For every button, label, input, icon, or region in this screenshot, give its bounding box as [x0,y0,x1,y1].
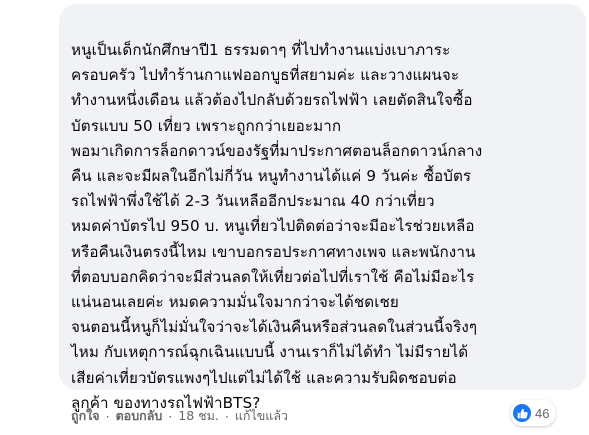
separator-dot: · [224,408,229,424]
comment-line: ที่ตอบบอกคิดว่าจะมีส่วนลดให้เที่ยวต่อไปท… [71,267,475,286]
comment-line: รถไฟฟ้าพึ่งใช้ได้ 2-3 วันเหลืออีกประมาณ … [71,192,435,211]
comment-line: จนตอนนี้หนูก็ไม่มั่นใจว่าจะได้เงินคืนหรื… [71,318,478,337]
comment-text: หนูเป็นเด็กนักศึกษาปี1 ธรรมดาๆ ที่ไปทำงา… [71,38,574,416]
reply-link[interactable]: ตอบกลับ [116,406,163,426]
like-link[interactable]: ถูกใจ [71,406,100,426]
comment-line: ไหม กับเหตุการณ์ฉุกเฉินแบบนี้ งานเราก็ไม… [71,343,469,362]
comment-line: หรือคืนเงินตรงนี้ไหม เขาบอกรอประกาศทางเพ… [71,242,476,261]
comment-actions: ถูกใจ · ตอบกลับ · 18 ชม. · แก้ไขแล้ว [71,406,288,426]
separator-dot: · [105,408,110,424]
thumbs-up-icon [513,404,531,422]
comment-line: คืน และจะมีผลในอีกไม่กี่วัน หนูทำงานได้แ… [71,167,472,186]
reactions-summary[interactable]: 46 [511,400,556,426]
reaction-count: 46 [535,405,550,421]
comment-bubble: หนูเป็นเด็กนักศึกษาปี1 ธรรมดาๆ ที่ไปทำงา… [59,4,586,412]
comment-line: ครอบครัว ไปทำร้านกาแฟออกบูธที่สยามค่ะ แล… [71,66,460,85]
edited-label[interactable]: แก้ไขแล้ว [235,406,288,426]
comment-line: แน่นอนเลยค่ะ หมดความมั่นใจมากว่าจะได้ชดเ… [71,293,399,312]
timestamp[interactable]: 18 ชม. [178,406,219,426]
comment-line: หนูเป็นเด็กนักศึกษาปี1 ธรรมดาๆ ที่ไปทำงา… [71,41,451,59]
comment-line: เสียค่าเที่ยวบัตรแพงๆไปแต่ไม่ได้ใช้ และค… [71,368,457,387]
separator-dot: · [168,408,173,424]
comment-line: ทำงานหนึ่งเดือน แล้วต้องไปกลับด้วยรถไฟฟ้… [71,91,473,110]
comment-line: พอมาเกิดการล็อกดาวน์ของรัฐที่มาประกาศตอน… [71,141,483,160]
comment-line: หมดค่าบัตรไป 950 บ. หนูเที่ยวไปติดต่อว่า… [71,217,475,236]
comment-line: บัตรแบบ 50 เที่ยว เพราะถูกกว่าเยอะมาก [71,116,342,135]
